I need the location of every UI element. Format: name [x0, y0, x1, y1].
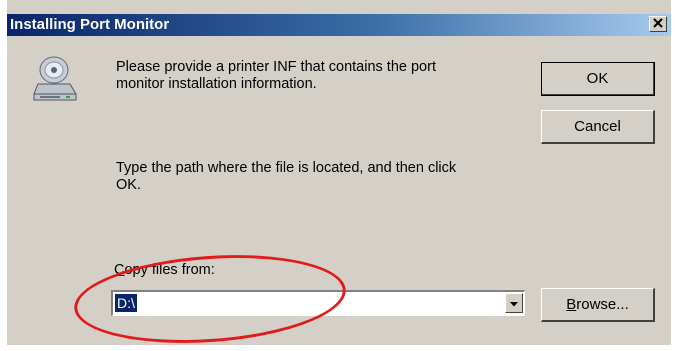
browse-button-label: Browse... [566, 296, 629, 313]
window-title: Installing Port Monitor [10, 16, 170, 33]
red-highlight-ellipse [71, 246, 349, 351]
cancel-button-label: Cancel [574, 118, 621, 135]
browse-button[interactable]: Browse... [541, 288, 655, 322]
installing-port-monitor-dialog: Installing Port Monitor Please provide a… [7, 0, 671, 351]
disk-drive-icon [32, 54, 78, 106]
ok-button[interactable]: OK [541, 62, 655, 96]
dropdown-button[interactable] [505, 293, 523, 313]
close-icon [653, 16, 663, 31]
close-button[interactable] [649, 16, 667, 32]
ok-button-label: OK [586, 70, 609, 87]
browse-mnemonic: B [566, 296, 577, 313]
instruction-line-1: Type the path where the file is located,… [116, 160, 457, 176]
message-line-2: monitor installation information. [116, 76, 317, 92]
title-bar[interactable]: Installing Port Monitor [7, 14, 671, 36]
message-line-1: Please provide a printer INF that contai… [116, 59, 436, 75]
cancel-button[interactable]: Cancel [541, 110, 655, 144]
instruction-line-2: OK. [116, 177, 141, 193]
browse-label-rest: rowse... [576, 296, 629, 313]
chevron-down-icon [510, 294, 518, 312]
